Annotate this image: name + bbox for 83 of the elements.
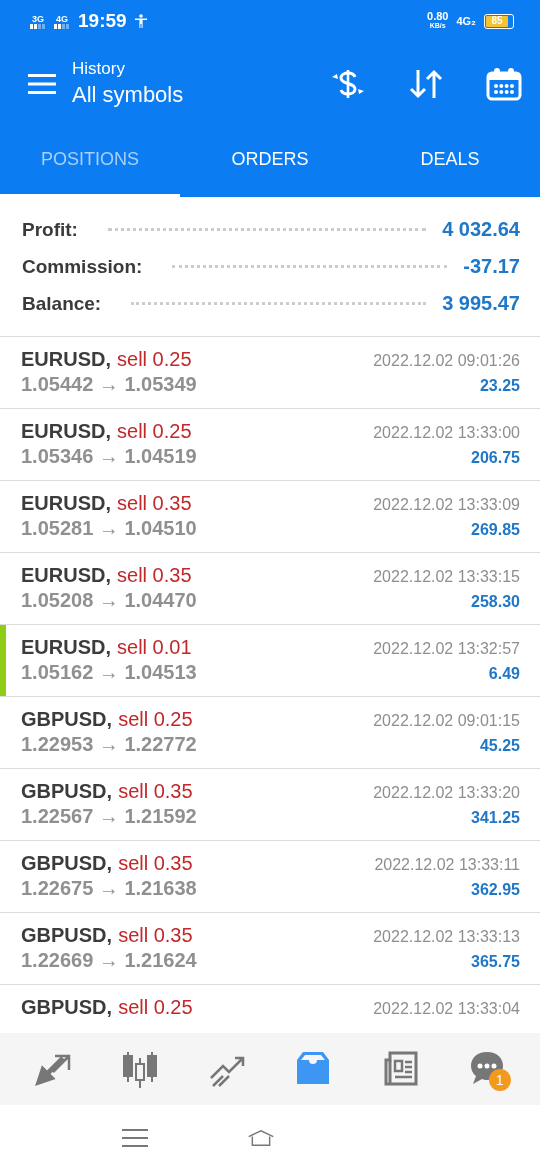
signal-icon [54, 23, 70, 29]
position-time: 2022.12.02 13:33:15 [373, 568, 520, 586]
symbol-name: EURUSD, [21, 492, 111, 514]
position-row[interactable]: GBPUSD, sell 0.35 2022.12.02 13:33:20 1.22567 → 1.21592 341.25 [0, 769, 540, 841]
position-profit: 6.49 [488, 665, 520, 683]
menu-icon[interactable] [122, 1127, 148, 1148]
position-time: 2022.12.02 09:01:26 [373, 352, 520, 370]
notification-badge: 1 [488, 1069, 511, 1091]
accessibility-icon [134, 14, 147, 28]
price-range: 1.05346 → 1.04519 [21, 445, 197, 468]
price-range: 1.22953 → 1.22772 [21, 733, 197, 756]
price-range: 1.05162 → 1.04513 [21, 661, 197, 684]
position-time: 2022.12.02 09:01:15 [373, 712, 520, 730]
order-side: sell 0.25 [118, 996, 193, 1018]
network-label: 4G₂ [456, 15, 476, 27]
order-side: sell 0.35 [117, 564, 192, 586]
symbol-name: GBPUSD, [21, 780, 113, 802]
order-side: sell 0.01 [117, 636, 192, 658]
price-range: 1.05208 → 1.04470 [21, 589, 197, 612]
symbol-name: GBPUSD, [21, 924, 113, 946]
symbol-name: GBPUSD, [21, 708, 113, 730]
position-profit: 365.75 [471, 953, 520, 971]
network-label: 3G [32, 13, 44, 24]
position-row[interactable]: EURUSD, sell 0.01 2022.12.02 13:32:57 1.05162 → 1.04513 6.49 [0, 625, 540, 697]
home-icon[interactable] [248, 1127, 274, 1148]
symbol-name: EURUSD, [21, 348, 111, 370]
position-time: 2022.12.02 13:33:09 [373, 496, 520, 514]
position-profit: 23.25 [479, 377, 520, 395]
symbol-name: EURUSD, [21, 564, 111, 586]
tab[interactable]: ORDERS [180, 125, 360, 197]
symbol-name: GBPUSD, [21, 996, 113, 1018]
symbol-name: GBPUSD, [21, 852, 113, 874]
order-side: sell 0.25 [117, 420, 192, 442]
screen-title: History [72, 57, 126, 80]
position-row[interactable]: GBPUSD, sell 0.35 2022.12.02 13:33:11 1.22675 → 1.21638 362.95 [0, 841, 540, 913]
summary-value: 3 995.47 [442, 292, 520, 315]
order-side: sell 0.35 [118, 852, 193, 874]
clock: 19:59 [78, 10, 127, 32]
network-label: 4G [56, 13, 68, 24]
price-range: 1.05281 → 1.04510 [21, 517, 197, 540]
battery-level: 85 [486, 15, 509, 27]
order-side: sell 0.35 [117, 492, 192, 514]
position-time: 2022.12.02 13:32:57 [373, 640, 520, 658]
summary-label: Balance: [22, 292, 102, 315]
position-time: 2022.12.02 13:33:13 [373, 928, 520, 946]
summary-value: 4 032.64 [442, 218, 520, 241]
menu-button[interactable] [28, 73, 56, 94]
summary-value: -37.17 [463, 255, 520, 278]
position-profit: 258.30 [471, 593, 520, 611]
position-profit: 341.25 [471, 809, 520, 827]
order-side: sell 0.35 [118, 780, 193, 802]
price-range: 1.22567 → 1.21592 [21, 805, 197, 828]
network-speed: 0.80 [427, 11, 449, 21]
position-time: 2022.12.02 13:33:20 [373, 784, 520, 802]
menu-icon [28, 73, 56, 94]
position-row[interactable]: EURUSD, sell 0.35 2022.12.02 13:33:15 1.05208 → 1.04470 258.30 [0, 553, 540, 625]
order-side: sell 0.25 [117, 348, 192, 370]
symbol-name: EURUSD, [21, 636, 111, 658]
symbol-filter[interactable]: All symbols [72, 79, 330, 110]
price-range: 1.22669 → 1.21624 [21, 949, 197, 972]
calendar-icon[interactable] [486, 66, 522, 101]
position-row[interactable]: GBPUSD, sell 0.35 2022.12.02 13:33:13 1.22669 → 1.21624 365.75 [0, 913, 540, 985]
signal-icon [30, 23, 46, 29]
position-profit: 269.85 [471, 521, 520, 539]
position-row[interactable]: EURUSD, sell 0.25 2022.12.02 13:33:00 1.05346 → 1.04519 206.75 [0, 409, 540, 481]
tab[interactable]: DEALS [360, 125, 540, 197]
position-profit: 45.25 [479, 737, 520, 755]
position-time: 2022.12.02 13:33:11 [374, 856, 520, 874]
candlestick-icon [122, 1050, 158, 1088]
position-row[interactable]: GBPUSD, sell 0.25 2022.12.02 09:01:15 1.22953 → 1.22772 45.25 [0, 697, 540, 769]
price-range: 1.22675 → 1.21638 [21, 877, 197, 900]
position-time: 2022.12.02 13:33:00 [373, 424, 520, 442]
symbol-name: EURUSD, [21, 420, 111, 442]
position-row[interactable]: EURUSD, sell 0.25 2022.12.02 09:01:26 1.05442 → 1.05349 23.25 [0, 337, 540, 409]
summary-label: Profit: [22, 218, 78, 241]
position-time: 2022.12.02 13:33:04 [373, 1000, 520, 1018]
position-profit: 206.75 [471, 449, 520, 467]
price-range: 1.05442 → 1.05349 [21, 373, 197, 396]
summary-label: Commission: [22, 255, 143, 278]
order-side: sell 0.35 [118, 924, 193, 946]
order-side: sell 0.25 [118, 708, 193, 730]
position-profit: 362.95 [471, 881, 520, 899]
position-row[interactable]: EURUSD, sell 0.35 2022.12.02 13:33:09 1.05281 → 1.04510 269.85 [0, 481, 540, 553]
